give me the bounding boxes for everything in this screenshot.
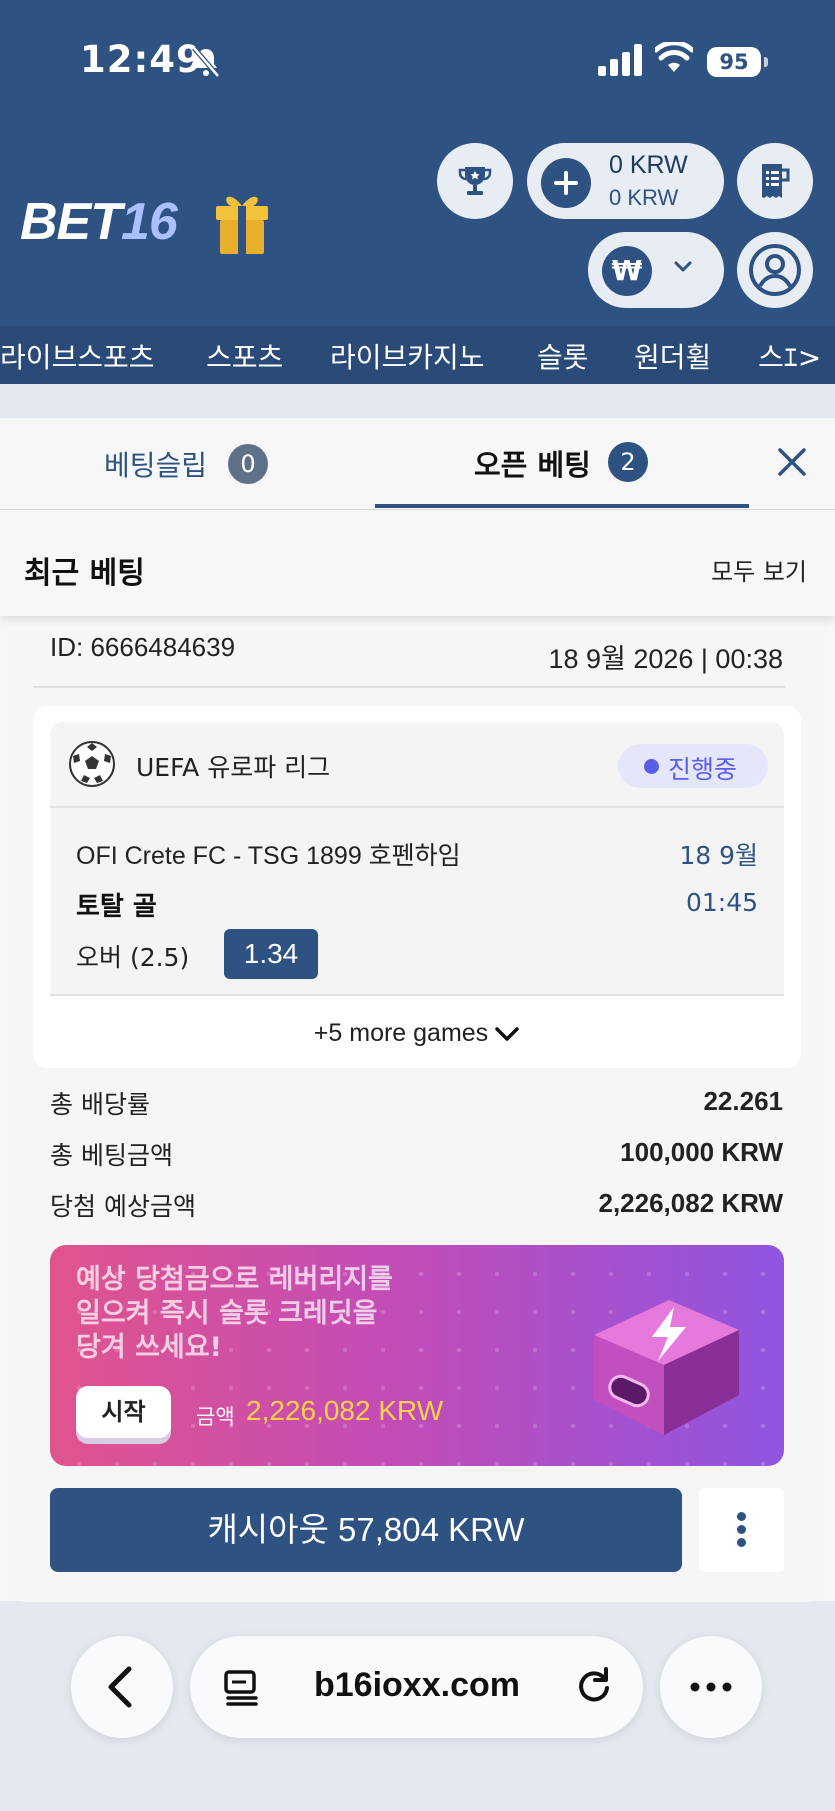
cell-signal-icon: [598, 44, 642, 76]
won-currency-icon: ₩: [602, 246, 652, 296]
league-name: UEFA 유로파 리그: [136, 753, 331, 782]
bet-tabs: 베팅슬립 0 오픈 베팅 2: [0, 418, 835, 510]
more-games-label: +5 more games: [313, 1019, 489, 1047]
trophy-button[interactable]: [437, 143, 513, 219]
close-icon[interactable]: [774, 444, 810, 480]
address-bar[interactable]: b16ioxx.com: [190, 1636, 643, 1738]
bet16-logo[interactable]: BET16: [20, 192, 178, 252]
potential-win-label: 당첨 예상금액: [50, 1192, 196, 1221]
market-name: 토탈 골: [76, 892, 157, 922]
plus-icon: [541, 158, 591, 208]
match-details: OFI Crete FC - TSG 1899 호펜하임 18 9월 토탈 골 …: [50, 808, 784, 996]
nav-live-sports[interactable]: 라이브스포츠: [0, 336, 155, 376]
cashout-button[interactable]: 캐시아웃 57,804 KRW: [50, 1488, 682, 1572]
tab-bet-slip[interactable]: 베팅슬립: [104, 444, 207, 484]
dot: [737, 1512, 746, 1521]
browser-menu-button[interactable]: [660, 1636, 762, 1738]
chevron-down-icon: [495, 1027, 519, 1042]
total-odds-value: 22.261: [703, 1086, 783, 1116]
tabs-icon: [224, 1670, 258, 1706]
logo-16: 16: [121, 193, 178, 251]
account-button[interactable]: [737, 232, 813, 308]
ellipsis-icon: [690, 1682, 732, 1692]
potential-win-value: 2,226,082 KRW: [598, 1188, 783, 1218]
nav-sports[interactable]: 스포츠: [206, 336, 283, 376]
status-text: 진행중: [668, 755, 738, 784]
more-games-toggle[interactable]: +5 more games: [33, 1008, 801, 1058]
currency-selector[interactable]: ₩: [588, 232, 724, 308]
gift-icon[interactable]: [214, 190, 270, 256]
match-time: 01:45: [685, 888, 758, 917]
receipt-icon: [762, 164, 790, 198]
nav-wonder-wheel[interactable]: 원더휠: [634, 336, 711, 376]
odds-chip: 1.34: [224, 929, 318, 979]
battery-indicator: 95: [707, 47, 768, 77]
dot: [737, 1525, 746, 1534]
site-header: 12:49 95 BET16 0 KRW 0 KRW ₩: [0, 0, 835, 326]
open-bets-count-badge: 2: [608, 442, 648, 482]
logo-bet: BET: [20, 193, 122, 251]
tab-open-bets[interactable]: 오픈 베팅: [474, 442, 591, 484]
active-tab-indicator: [375, 504, 749, 508]
bet-id: ID: 6666484639: [50, 632, 236, 662]
more-options-button[interactable]: [699, 1488, 784, 1572]
chevron-down-icon: [674, 261, 692, 272]
divider: [33, 686, 785, 688]
user-icon: [749, 244, 801, 296]
promo-start-button[interactable]: 시작: [76, 1386, 171, 1438]
recent-bets-title: 최근 베팅: [24, 556, 145, 591]
status-time: 12:49: [80, 38, 203, 81]
status-badge: 진행중: [618, 744, 768, 788]
promo-amount-value: 2,226,082 KRW: [246, 1395, 444, 1426]
view-all-link[interactable]: 모두 보기: [711, 552, 807, 587]
total-odds-label: 총 배당률: [50, 1090, 150, 1119]
selection-name: 오버 (2.5): [76, 943, 190, 972]
soccer-ball-icon: [69, 741, 115, 787]
nav-slots[interactable]: 슬롯: [537, 336, 589, 376]
balance-deposit-button[interactable]: 0 KRW 0 KRW: [527, 143, 724, 219]
match-date: 18 9월: [679, 841, 758, 870]
match-name: OFI Crete FC - TSG 1899 호펜하임: [76, 842, 461, 870]
dot: [737, 1538, 746, 1547]
bet-slip-count-badge: 0: [228, 444, 268, 484]
main-nav: 라이브스포츠 스포츠 라이브카지노 슬롯 원더휠 스ｴ>: [0, 326, 835, 384]
trophy-icon: [458, 167, 492, 195]
recent-bets-header: 최근 베팅 모두 보기: [0, 512, 835, 616]
reload-icon[interactable]: [574, 1666, 614, 1706]
promo-amount-label: 금액: [196, 1405, 235, 1429]
lightning-charger-icon: [594, 1300, 739, 1435]
bet-date: 18 9월 2026 | 00:38: [548, 644, 783, 674]
betslip-receipt-button[interactable]: [737, 143, 813, 219]
browser-back-button[interactable]: [71, 1636, 173, 1738]
live-dot: [644, 759, 659, 774]
leverage-promo-banner: 예상 당첨금으로 레버리지를 일으켜 즉시 슬롯 크레딧을 당겨 쓰세요! 시작…: [50, 1245, 784, 1466]
bell-muted-icon: [192, 46, 220, 78]
total-stake-label: 총 베팅금액: [50, 1141, 173, 1170]
balance-main: 0 KRW: [609, 151, 688, 179]
promo-text: 예상 당첨금으로 레버리지를 일으켜 즉시 슬롯 크레딧을 당겨 쓰세요!: [76, 1264, 393, 1363]
url-text: b16ioxx.com: [314, 1666, 520, 1704]
wifi-icon: [655, 42, 693, 72]
nav-live-casino[interactable]: 라이브카지노: [330, 336, 485, 376]
league-row: UEFA 유로파 리그 진행중: [50, 722, 784, 808]
total-stake-value: 100,000 KRW: [620, 1137, 783, 1167]
nav-more[interactable]: 스ｴ>: [758, 336, 821, 376]
chevron-left-icon: [108, 1666, 132, 1708]
balance-sub: 0 KRW: [609, 185, 679, 210]
